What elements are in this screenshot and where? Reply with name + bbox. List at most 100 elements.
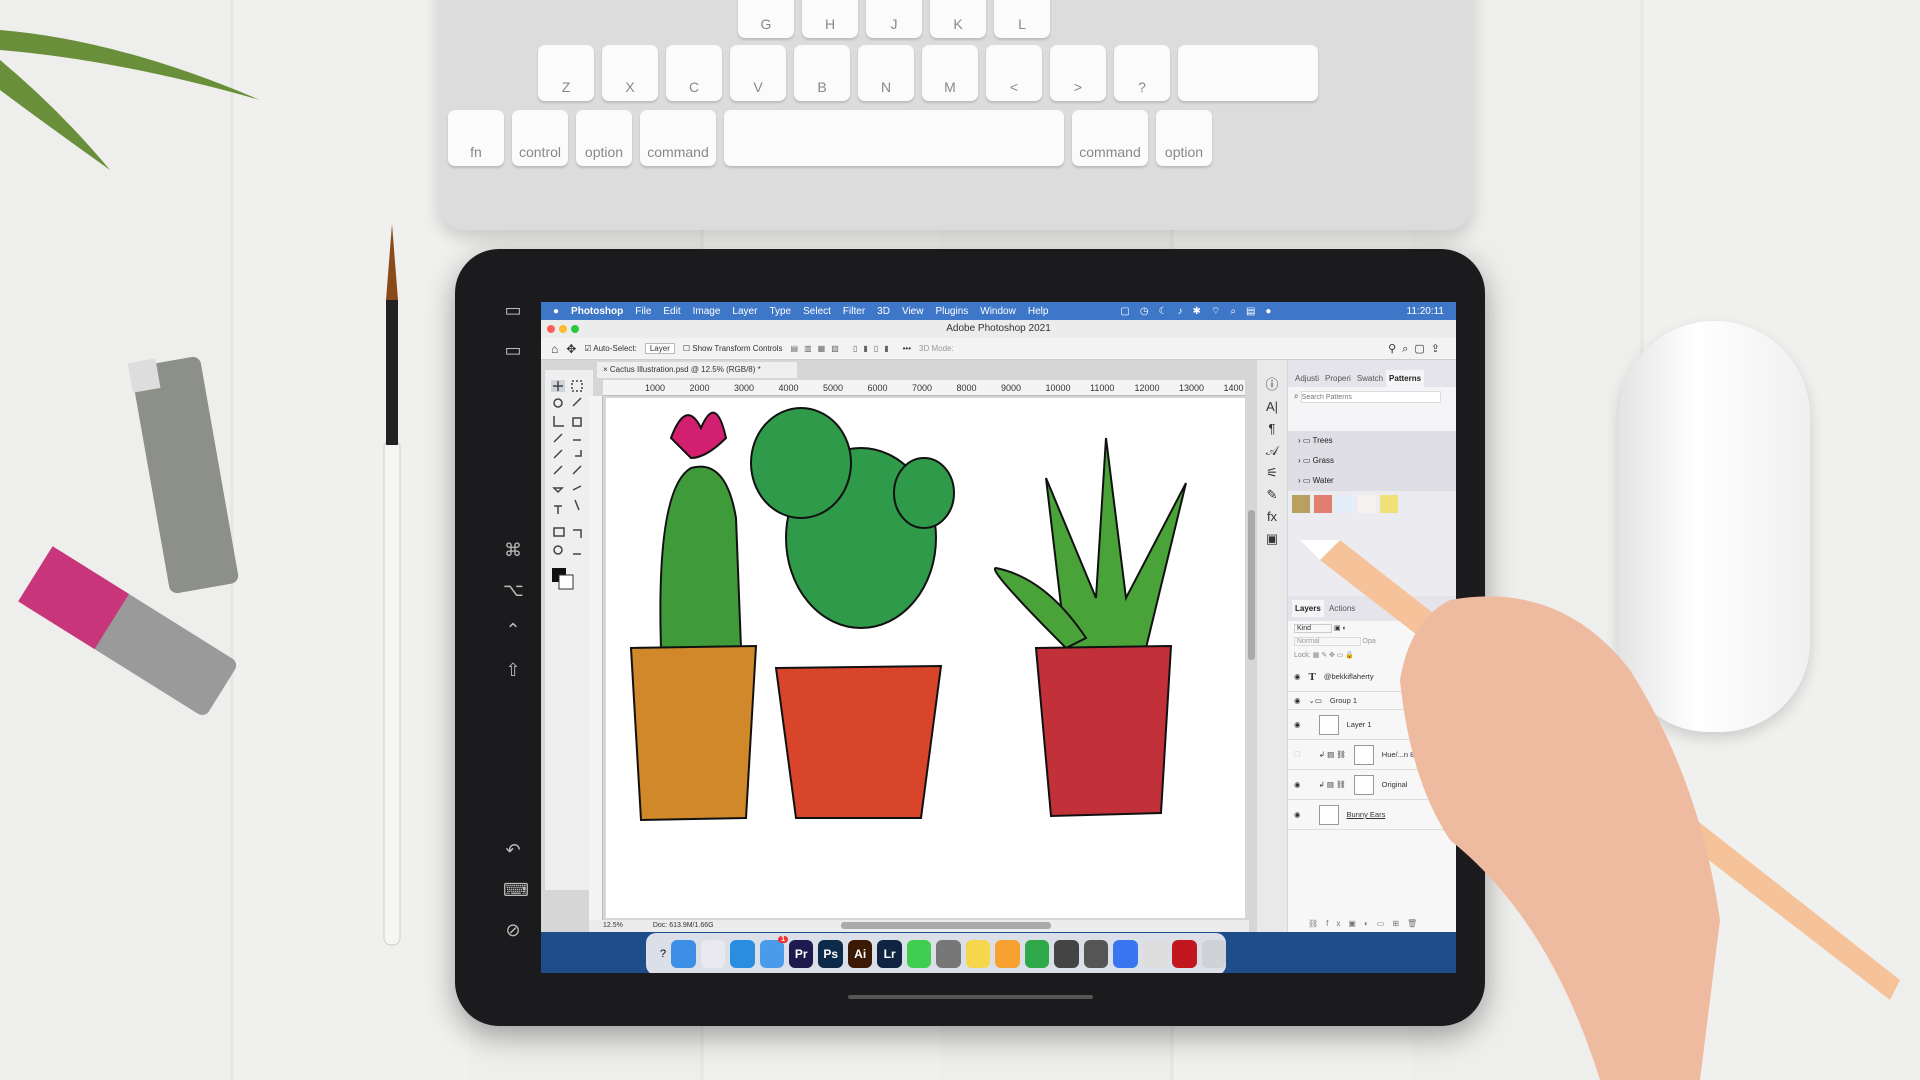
paint-tube-grey [127,356,239,594]
menu-layer[interactable]: Layer [732,306,757,317]
horizontal-scrollbar[interactable] [841,922,1051,929]
shift-key-icon[interactable]: ⇧ [503,660,523,681]
command-key-icon[interactable]: ⌘ [503,540,523,561]
pattern-swatch[interactable] [1292,495,1310,513]
ruler-tick: 9000 [1001,383,1022,393]
folder-label: Water [1312,476,1334,485]
sidecar-window-icon[interactable]: ▭ [503,340,523,361]
menu-type[interactable]: Type [769,306,791,317]
folder-label: Trees [1312,436,1333,445]
undo-icon[interactable]: ↶ [503,840,523,861]
menu-filter[interactable]: Filter [843,306,865,317]
menu-view[interactable]: View [902,306,924,317]
move-tool-icon[interactable]: ✥ [566,342,576,356]
dock-app-numbers[interactable] [1024,940,1050,968]
keyboard: fn control option command command option… [438,0,1473,230]
dock-app-calculator[interactable] [1054,940,1079,968]
pattern-swatch[interactable] [1314,495,1332,513]
3d-mode-label: 3D Mode: [919,344,954,353]
tool-icons[interactable] [545,370,593,610]
zoom-level[interactable]: 12.5% [603,920,623,932]
menu-app[interactable]: Photoshop [571,306,623,317]
tab-adjustments[interactable]: Adjusti [1292,370,1322,387]
desk-props [0,30,401,946]
dock-app-photo[interactable] [1142,940,1168,968]
cactus-left [629,411,758,822]
vertical-scrollbar[interactable] [1248,510,1255,660]
key-h: H [802,0,858,38]
canvas[interactable] [606,398,1245,918]
dock-app-system-preferences[interactable] [936,940,961,968]
dock-app-mail[interactable]: 1 [759,936,788,968]
keyboard-icon[interactable]: ⌨ [503,880,529,901]
menu-3d[interactable]: 3D [877,306,890,317]
more-icon[interactable]: ••• [903,344,911,353]
align-icons[interactable]: ▤▥▦▧ ▯▮▯▮ [791,344,895,353]
auto-select-checkbox[interactable]: ☑ Auto-Select: [584,344,637,353]
key-question: ? [1114,45,1170,101]
dock-app-finder[interactable] [671,940,696,968]
ruler-tick: 2000 [689,383,710,393]
dock-app-illustrator[interactable]: Ai [847,940,873,968]
pattern-swatch[interactable] [1336,495,1354,513]
sidecar-display-icon[interactable]: ▭ [503,300,523,321]
minimize-button[interactable] [559,325,567,333]
key-lt: < [986,45,1042,101]
panel-icons[interactable]: ⓘ A| ¶ 𝒜 ⚟ ✎ fx ▣ [1257,360,1287,550]
dock-app-premiere-pro[interactable]: Pr [789,940,814,968]
share-search-icons[interactable]: ⚲⌕▢⇪ [1388,342,1446,356]
pattern-swatch[interactable] [1380,495,1398,513]
pattern-folder-grass[interactable]: › ▭ Grass [1288,451,1456,471]
menu-image[interactable]: Image [693,306,721,317]
control-key-icon[interactable]: ⌃ [503,620,523,641]
dock-app-signal[interactable] [1113,940,1138,968]
ruler-tick: 6000 [867,383,888,393]
menu-edit[interactable]: Edit [663,306,680,317]
zoom-button[interactable] [571,325,579,333]
home-icon[interactable]: ⌂ [551,342,558,356]
status-icons[interactable]: ▢◷☾♪✱⌔⌕▤● [1120,305,1281,318]
menu-help[interactable]: Help [1028,306,1049,317]
dock-app-messages[interactable] [906,940,932,968]
pattern-folder-water[interactable]: › ▭ Water [1288,471,1456,491]
show-transform-checkbox[interactable]: ☐ Show Transform Controls [683,344,783,353]
pattern-swatch[interactable] [1358,495,1376,513]
tab-swatches[interactable]: Swatch [1354,370,1386,387]
horizontal-ruler: 1000 2000 3000 4000 5000 6000 7000 8000 9000 1000… [603,380,1245,396]
dock-app-trash[interactable] [1201,940,1227,968]
document-tab[interactable]: × Cactus Illustration.psd @ 12.5% (RGB/8… [597,362,797,378]
paintbrush [383,224,401,946]
key-command-right: command [1072,110,1148,166]
key-control: control [512,110,568,166]
dock-app-safari[interactable] [730,940,755,968]
pattern-search: ⌕ [1288,387,1456,431]
dock-app-screenshot[interactable] [1083,940,1109,968]
key-command: command [640,110,716,166]
menu-plugins[interactable]: Plugins [935,306,968,317]
close-button[interactable] [547,325,555,333]
apple-icon[interactable]: ● [553,306,559,317]
search-patterns-input[interactable] [1300,391,1441,403]
key-v: V [730,45,786,101]
toolbar [545,370,593,890]
pattern-folder-trees[interactable]: › ▭ Trees [1288,431,1456,451]
tab-patterns[interactable]: Patterns [1386,370,1425,387]
close-tab-icon[interactable]: × [603,365,610,374]
dock-app-pages[interactable] [995,940,1020,968]
menu-window[interactable]: Window [980,306,1016,317]
fern-leaf [0,30,260,170]
option-key-icon[interactable]: ⌥ [503,580,524,601]
layer-select-dropdown[interactable]: Layer [644,343,675,354]
dock-app-lightroom[interactable]: Lr [877,940,902,968]
dock-app-photoshop[interactable]: Ps [818,940,843,968]
help-icon[interactable]: ? [660,948,666,960]
dock-app-acrobat[interactable] [1172,940,1197,968]
ruler-tick: 12000 [1134,383,1160,393]
tab-properties[interactable]: Properi [1322,370,1354,387]
disconnect-icon[interactable]: ⊘ [503,920,523,941]
menu-file[interactable]: File [635,306,651,317]
menu-select[interactable]: Select [803,306,831,317]
dock-app-notes[interactable] [965,940,991,968]
dock-app-launchpad[interactable] [700,940,726,968]
key-gt: > [1050,45,1106,101]
